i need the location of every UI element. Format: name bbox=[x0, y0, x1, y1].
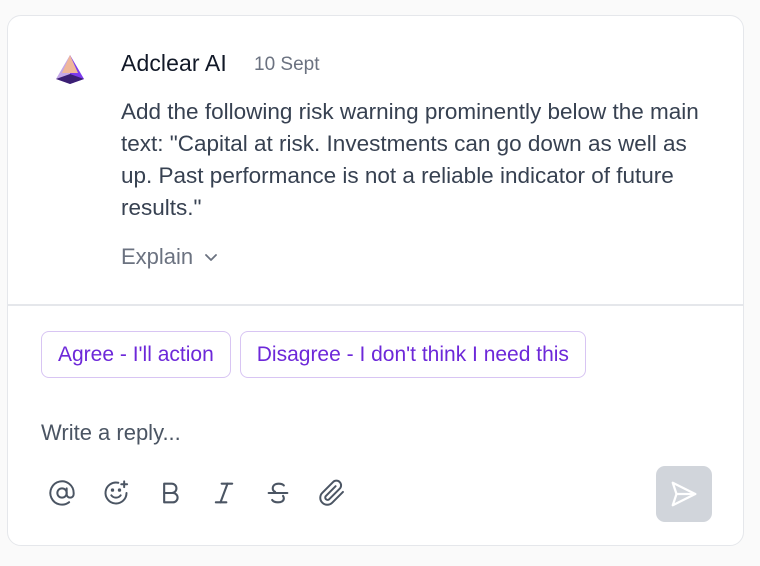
comment-message: Add the following risk warning prominent… bbox=[121, 99, 699, 220]
comment-card: Adclear AI 10 Sept Add the following ris… bbox=[7, 15, 744, 546]
bold-icon[interactable] bbox=[156, 479, 184, 507]
agree-button[interactable]: Agree - I'll action bbox=[41, 331, 231, 378]
explain-toggle[interactable]: Explain bbox=[121, 244, 219, 270]
comment-date: 10 Sept bbox=[254, 54, 320, 75]
reply-input[interactable] bbox=[41, 416, 681, 450]
explain-label: Explain bbox=[121, 244, 194, 269]
divider bbox=[8, 304, 743, 306]
paperclip-icon[interactable] bbox=[318, 479, 346, 507]
strikethrough-icon[interactable] bbox=[264, 479, 292, 507]
adclear-logo-icon bbox=[52, 53, 88, 85]
disagree-button[interactable]: Disagree - I don't think I need this bbox=[239, 331, 586, 378]
send-icon bbox=[671, 481, 697, 507]
italic-icon[interactable] bbox=[210, 479, 238, 507]
author-name: Adclear AI bbox=[121, 50, 227, 76]
chevron-down-icon bbox=[205, 254, 218, 261]
send-button[interactable] bbox=[656, 466, 712, 522]
formatting-toolbar bbox=[48, 479, 346, 507]
at-sign-icon[interactable] bbox=[48, 479, 76, 507]
emoji-add-icon[interactable] bbox=[102, 479, 130, 507]
suggested-actions: Agree - I'll action Disagree - I don't t… bbox=[41, 331, 586, 378]
